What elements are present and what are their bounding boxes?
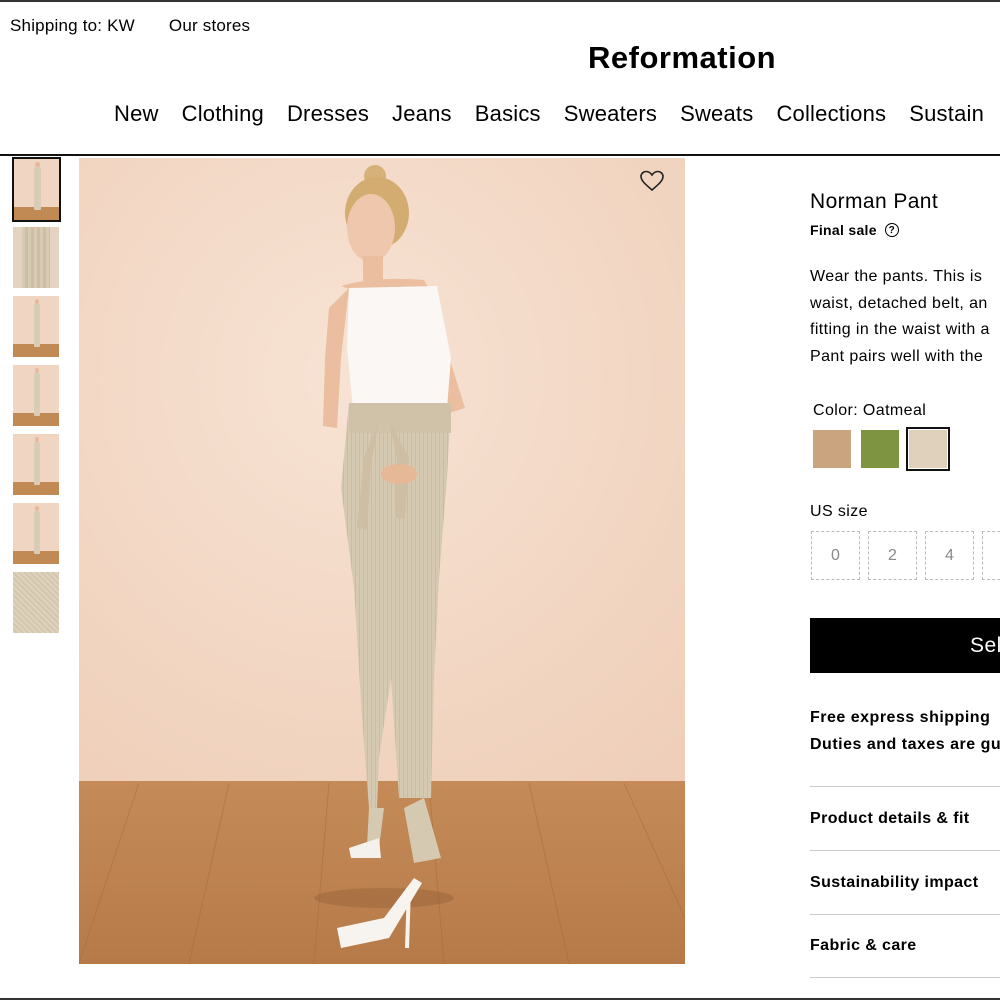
nav-item-basics[interactable]: Basics [475,101,541,127]
size-option-0[interactable]: 0 [811,531,860,580]
color-label: Color: Oatmeal [813,402,927,419]
final-sale-label: Final sale [810,222,877,238]
swatch-tan[interactable] [813,430,851,468]
nav-item-jeans[interactable]: Jeans [392,101,452,127]
shipping-line: Free express shipping [810,709,991,726]
product-description: Wear the pants. This is waist, detached … [810,264,1000,370]
nav-item-sweaters[interactable]: Sweaters [564,101,657,127]
nav-item-dresses[interactable]: Dresses [287,101,369,127]
thumbnail-full-length[interactable] [12,157,61,222]
thumbnail-waist-detail[interactable] [13,227,59,288]
final-sale-badge: Final sale ? [810,222,1000,238]
header-divider [0,154,1000,156]
heart-outline-icon[interactable] [639,169,665,193]
thumbnail-strip [12,157,61,641]
shipping-info: Free express shipping Duties and taxes a… [810,705,1000,758]
size-selector: 0 2 4 [811,531,1000,580]
swatch-oatmeal[interactable] [906,427,950,471]
size-label: US size [810,503,868,520]
product-hero-image[interactable] [79,158,685,964]
description-line: Pant pairs well with the [810,347,984,365]
select-size-button[interactable]: Sel [810,618,1000,673]
accordion-sustainability[interactable]: Sustainability impact [810,850,1000,914]
size-option-2[interactable]: 2 [868,531,917,580]
duties-line: Duties and taxes are gu [810,735,1000,753]
thumbnail-back[interactable] [13,434,59,495]
product-header: Norman Pant Final sale ? [810,190,1000,238]
product-title: Norman Pant [810,190,939,213]
color-swatches [813,427,950,471]
nav-item-clothing[interactable]: Clothing [182,101,264,127]
description-line: waist, detached belt, an [810,294,988,312]
nav-item-sustainability[interactable]: Sustain [909,101,984,127]
description-line: fitting in the waist with a [810,321,990,338]
brand-logo[interactable]: Reformation [588,40,776,76]
shipping-country-link[interactable]: Shipping to: KW [10,16,135,36]
nav-item-collections[interactable]: Collections [776,101,886,127]
nav-item-new[interactable]: New [114,101,159,127]
thumbnail-front[interactable] [13,296,59,357]
thumbnail-fabric-swatch[interactable] [13,572,59,633]
utility-bar: Shipping to: KW Our stores [10,16,250,36]
accordion-product-details[interactable]: Product details & fit [810,786,1000,850]
our-stores-link[interactable]: Our stores [169,16,250,36]
size-option-next[interactable] [982,531,1000,580]
nav-item-sweats[interactable]: Sweats [680,101,753,127]
thumbnail-model-alt[interactable] [13,503,59,564]
accordion-fabric-care[interactable]: Fabric & care [810,914,1000,978]
description-line: Wear the pants. This is [810,268,983,285]
model-photo [79,158,685,964]
main-nav: New Clothing Dresses Jeans Basics Sweate… [114,101,984,127]
thumbnail-side[interactable] [13,365,59,426]
size-option-4[interactable]: 4 [925,531,974,580]
swatch-green[interactable] [861,430,899,468]
question-circle-icon[interactable]: ? [884,223,899,237]
